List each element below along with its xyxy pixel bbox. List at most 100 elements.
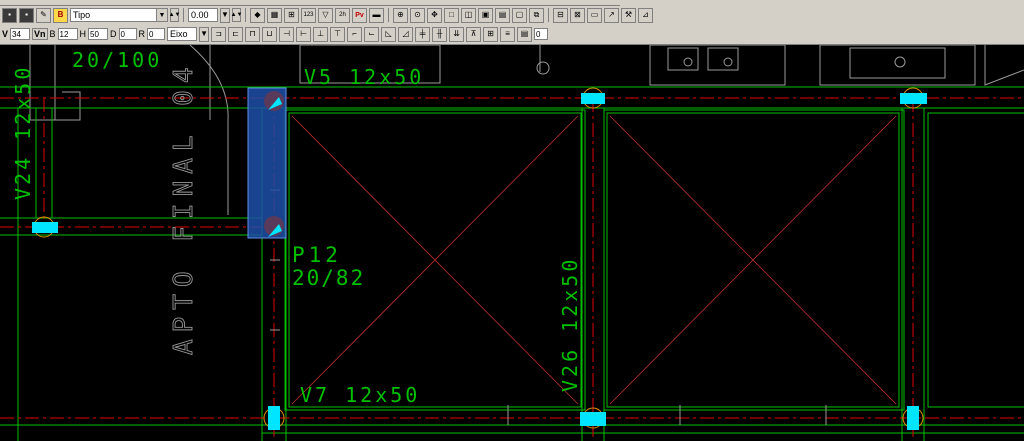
measure-icon[interactable]: ⊿ [638,7,653,23]
toolbar-separator [245,8,246,22]
slab-right-diagonals [609,115,897,405]
toolbar-row-1: ▪ ▪ ✎ B Tipo ▼ ▲▼ 0.00 ▼ ▲▼ ◆ ▦ ⊞ 123 ▽ … [0,6,653,24]
text-height-icon[interactable]: 2h [335,7,350,23]
window-split-icon[interactable]: ◫ [461,7,476,23]
beam-edit-icon[interactable]: ⊏ [228,26,244,42]
pillar-top-label: 20/100 [72,48,162,72]
drawing-canvas[interactable]: V5 12x50 V7 12x50 20/100 P12 20/82 V24 1… [0,45,1024,441]
toolbar-separator [548,8,549,22]
label-layer: V5 12x50 V7 12x50 20/100 P12 20/82 V24 1… [11,48,582,407]
zoom-spinner[interactable]: ▲▼ [231,8,242,22]
beam-align-icon[interactable]: ⊣ [279,26,295,42]
chevron-down-icon: ▼ [156,9,167,21]
dimension-icon[interactable]: ⊞ [284,7,299,23]
axis-dropdown-icon[interactable]: ▼ [199,26,210,42]
window-icon[interactable]: □ [444,7,459,23]
beam-extend-icon[interactable]: ⊢ [296,26,312,42]
selected-node-top [264,91,284,111]
field-v-input[interactable]: 34 [10,28,31,40]
beam-mirror-icon[interactable]: ◺ [381,26,397,42]
pillar-p12-name: P12 [292,243,342,267]
ruler-icon[interactable]: ▬ [369,7,384,23]
arch-wall [984,45,1024,86]
slab-edge-outline [927,112,1024,408]
beam-join-icon[interactable]: ⊤ [330,26,346,42]
field-b-label: B [49,29,56,39]
beam-offset-icon[interactable]: ⌐ [347,26,363,42]
beam-insert-icon[interactable]: ⊐ [211,26,227,42]
count-input[interactable]: 0 [534,28,549,40]
arch-tap-right [723,57,733,67]
beam-load-icon[interactable]: ⇊ [449,26,465,42]
numbering-label: 123 [303,12,314,18]
floor-select[interactable]: Tipo ▼ [70,8,168,22]
floor-spinner[interactable]: ▲▼ [169,8,180,22]
beam-move-icon[interactable]: ⊔ [262,26,278,42]
toolbar-row-2: V 34 Vn B 12 H 50 D 0 R 0 Eixo ▼ ⊐ ⊏ ⊓ ⊔… [0,25,549,43]
zoom-dropdown-icon[interactable]: ▼ [220,7,230,23]
bookmark-icon[interactable]: B [53,7,68,23]
window-tile-icon[interactable]: ⧉ [529,7,544,23]
pillar [32,222,58,233]
pillar-layer [32,87,927,430]
arch-drain [536,61,550,75]
pillar-icon[interactable]: Pv [352,7,367,23]
export-icon[interactable]: ↗ [604,7,619,23]
beam-v7-label: V7 12x50 [300,383,420,407]
toolbar-area: ▪ ▪ ✎ B Tipo ▼ ▲▼ 0.00 ▼ ▲▼ ◆ ▦ ⊞ 123 ▽ … [0,0,1024,45]
text-height-label: 2h [339,12,346,18]
window-detail-icon[interactable]: ▤ [495,7,510,23]
layers-icon[interactable]: ◆ [250,7,265,23]
field-b-input[interactable]: 12 [57,28,78,40]
tool-icon[interactable]: ⚒ [621,7,636,23]
zoom-select[interactable]: 0.00 [188,8,218,22]
filter-icon[interactable]: ▽ [318,7,333,23]
beam-table-icon[interactable]: ▤ [517,26,533,42]
pillar [268,406,280,430]
beam-layer [0,86,1024,441]
save-icon[interactable]: ▪ [2,7,17,23]
selected-pillar-highlight [248,88,286,238]
field-r-label: R [138,29,146,39]
beam-list-icon[interactable]: ≡ [500,26,516,42]
save-all-icon[interactable]: ▪ [19,7,34,23]
arch-basin [849,47,946,79]
pillar [907,406,919,430]
beam-stretch-icon[interactable]: ◿ [398,26,414,42]
preview-icon[interactable]: ▭ [587,7,602,23]
field-d-label: D [110,29,117,39]
arch-cabinet [819,45,976,86]
floor-select-value: Tipo [73,10,91,20]
beam-support-icon[interactable]: ⊼ [466,26,482,42]
axis-select[interactable]: Eixo [167,27,198,41]
beam-section-icon[interactable]: ⊞ [483,26,499,42]
window-grid-icon[interactable]: ▣ [478,7,493,23]
beam-v5-label: V5 12x50 [304,65,424,89]
field-h-input[interactable]: 50 [88,28,109,40]
field-r-input[interactable]: 0 [147,28,166,40]
toolbar-separator [388,8,389,22]
beam-array-icon[interactable]: ╫ [432,26,448,42]
pan-icon[interactable]: ✥ [427,7,442,23]
pen-icon[interactable]: ✎ [36,7,51,23]
beam-rotate-icon[interactable]: ⌙ [364,26,380,42]
zoom-in-icon[interactable]: ⊕ [393,7,408,23]
field-d-input[interactable]: 0 [118,28,137,40]
room-label: APTO FINAL 04 [169,61,199,356]
field-h-label: H [79,29,87,39]
numbering-icon[interactable]: 123 [301,7,316,23]
beam-cut-icon[interactable]: ⊥ [313,26,329,42]
zoom-window-icon[interactable]: ⊙ [410,7,425,23]
field-vn-button[interactable]: Vn [32,28,48,40]
axis-layer [0,97,1024,441]
zoom-select-value: 0.00 [191,10,209,20]
window-max-icon[interactable]: ▢ [512,7,527,23]
print-icon[interactable]: ⊟ [553,7,568,23]
beam-trim-icon[interactable]: ╪ [415,26,431,42]
grid-icon[interactable]: ▦ [267,7,282,23]
arch-sink-right [707,47,739,71]
pillar-label: Pv [355,11,364,19]
beam-copy-icon[interactable]: ⊓ [245,26,261,42]
field-v-label: V [2,29,9,39]
plot-icon[interactable]: ⊠ [570,7,585,23]
